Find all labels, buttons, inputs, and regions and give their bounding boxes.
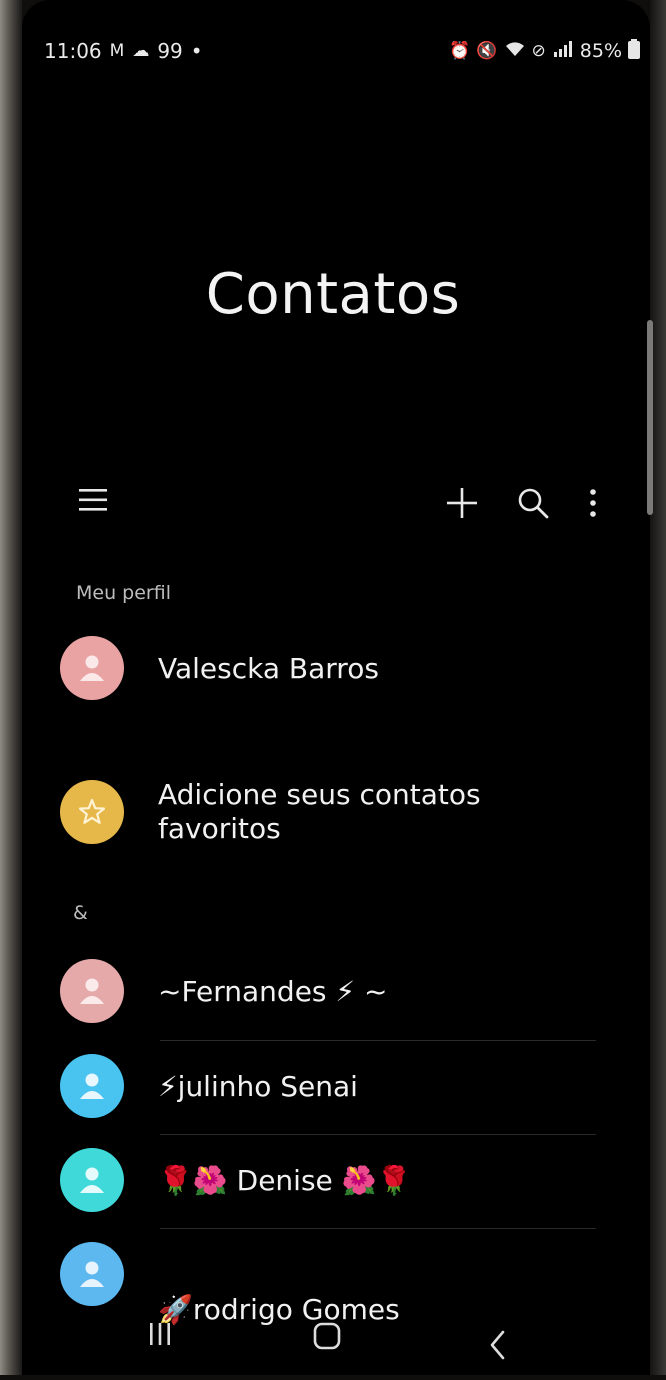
profile-row[interactable]: Valescka Barros xyxy=(60,626,610,710)
gmail-icon: M xyxy=(109,40,125,61)
more-options-button[interactable] xyxy=(577,474,609,532)
divider xyxy=(160,1228,596,1229)
person-icon xyxy=(80,655,104,681)
menu-button[interactable] xyxy=(66,472,120,528)
contact-row[interactable]: 🌹🌺 Denise 🌺🌹 xyxy=(60,1138,610,1222)
section-label-ampersand: & xyxy=(73,902,88,924)
recents-icon xyxy=(150,1323,170,1345)
scrollbar[interactable] xyxy=(647,320,653,515)
signal-icon xyxy=(552,40,574,62)
person-icon xyxy=(80,1261,104,1287)
avatar xyxy=(60,636,124,700)
phone-bezel-left xyxy=(0,0,22,1375)
star-icon xyxy=(78,798,106,824)
divider xyxy=(160,1040,596,1041)
navigation-bar xyxy=(0,1300,666,1370)
person-icon xyxy=(80,1167,104,1193)
search-button[interactable] xyxy=(507,474,559,532)
contact-name: 🌹🌺 Denise 🌺🌹 xyxy=(158,1163,412,1197)
battery-icon xyxy=(628,39,640,63)
back-icon xyxy=(490,1330,505,1360)
avatar xyxy=(60,1242,124,1306)
status-time: 11:06 xyxy=(44,39,102,63)
status-right: ⏰ 🔇 ⊘ 85% xyxy=(449,39,640,63)
section-label-profile: Meu perfil xyxy=(76,582,171,604)
status-dot: • xyxy=(190,39,203,63)
mute-icon: 🔇 xyxy=(476,40,498,61)
page-title: Contatos xyxy=(205,262,461,327)
search-icon xyxy=(518,488,549,519)
favorites-label: Adicione seus contatos favoritos xyxy=(158,778,481,845)
cloud-icon: ☁ xyxy=(132,40,150,61)
person-icon xyxy=(80,978,104,1004)
add-contact-button[interactable] xyxy=(437,474,487,532)
do-not-disturb-icon: ⊘ xyxy=(531,40,546,61)
avatar xyxy=(60,959,124,1023)
status-temperature: 99 xyxy=(157,39,183,63)
back-button[interactable] xyxy=(480,1310,516,1380)
hamburger-menu-icon xyxy=(79,489,107,511)
home-icon xyxy=(313,1322,341,1350)
favorites-avatar xyxy=(60,780,124,844)
alarm-icon: ⏰ xyxy=(449,40,471,61)
contact-name: Valescka Barros xyxy=(158,651,379,685)
avatar xyxy=(60,1054,124,1118)
favorites-row[interactable]: Adicione seus contatos favoritos xyxy=(60,770,610,854)
contact-row[interactable]: ~Fernandes ⚡ ~ xyxy=(60,949,610,1033)
recents-button[interactable] xyxy=(142,1310,178,1358)
plus-icon xyxy=(447,488,477,518)
home-button[interactable] xyxy=(301,1310,353,1362)
status-bar: 11:06 M ☁ 99 • ⏰ 🔇 ⊘ 85% xyxy=(44,38,666,64)
divider xyxy=(160,1134,596,1135)
contact-name: ~Fernandes ⚡ ~ xyxy=(158,974,388,1008)
more-vertical-icon xyxy=(590,489,596,517)
contact-name: ⚡julinho Senai xyxy=(158,1069,358,1103)
wifi-icon xyxy=(504,40,526,62)
person-icon xyxy=(80,1073,104,1099)
battery-level: 85% xyxy=(579,40,622,62)
contact-row[interactable]: ⚡julinho Senai xyxy=(60,1044,610,1128)
avatar xyxy=(60,1148,124,1212)
status-left: 11:06 M ☁ 99 • xyxy=(44,39,203,63)
phone-bezel-right xyxy=(650,0,666,1375)
